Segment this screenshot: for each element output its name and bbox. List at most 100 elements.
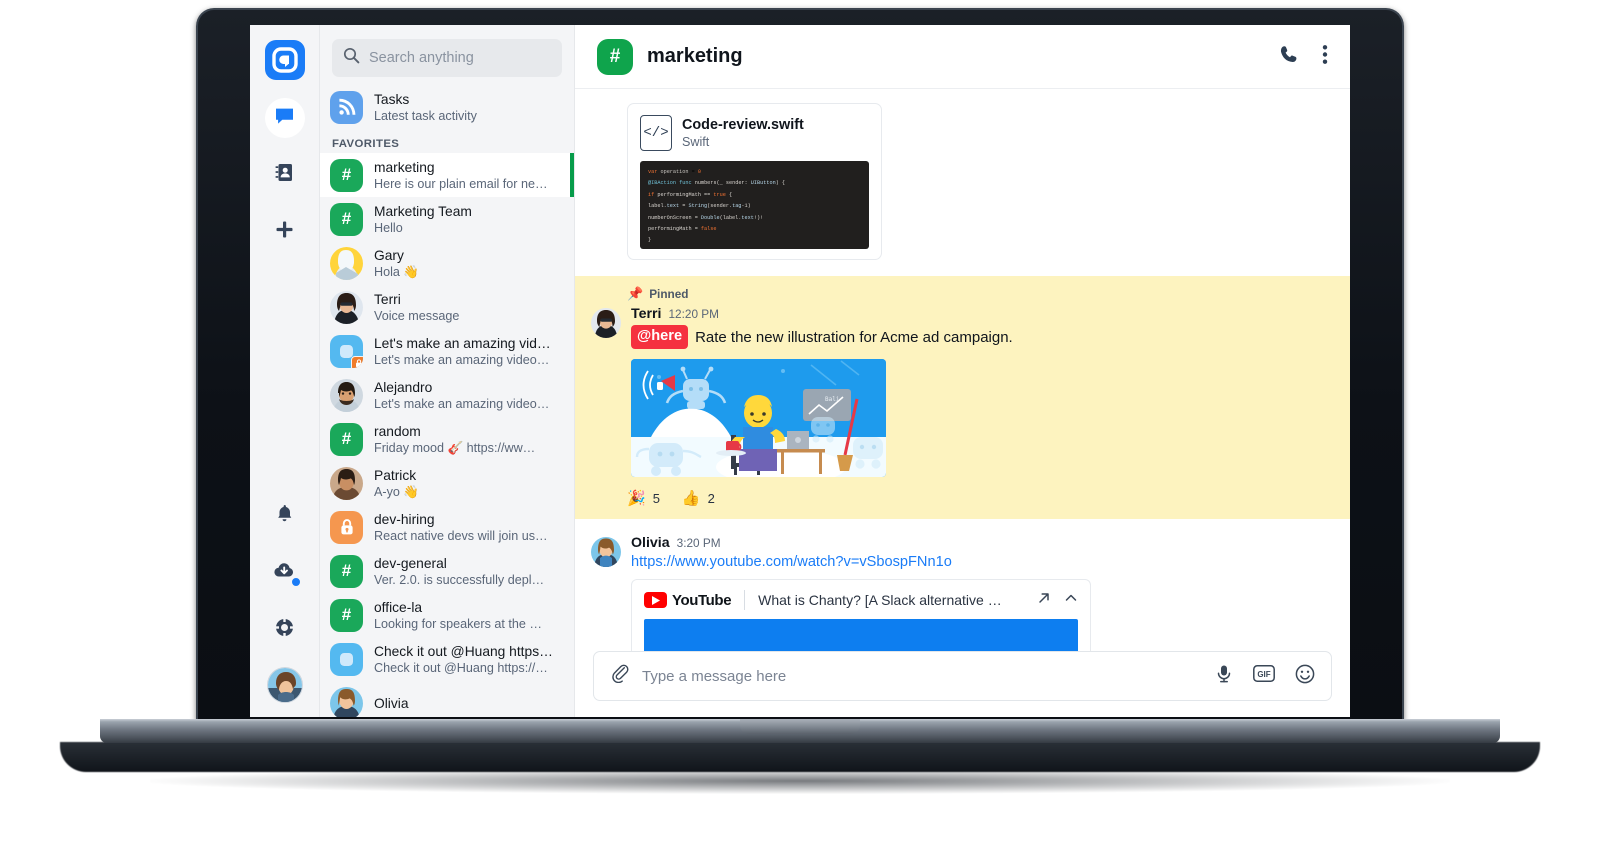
youtube-wordmark: YouTube [672, 591, 732, 609]
message-meta: Terri 12:20 PM [631, 306, 1013, 322]
avatar [330, 466, 363, 500]
sidebar-item-downloads[interactable] [265, 553, 305, 593]
collapse-button[interactable] [1064, 591, 1078, 610]
open-external-button[interactable] [1037, 591, 1051, 610]
sidebar-item-subtitle: React native devs will join us… [374, 528, 548, 543]
sidebar-item-title: Patrick [374, 467, 417, 483]
sidebar-item-let-s-make-an-amazing-vid[interactable]: Let's make an amazing vid… Let's make an … [320, 329, 574, 373]
message-input[interactable] [642, 667, 1195, 685]
sidebar-item-title: Check it out @Huang https… [374, 643, 553, 659]
avatar[interactable] [591, 537, 621, 567]
message-row: Olivia 3:20 PM https://www.youtube.com/w… [591, 535, 1350, 651]
message-text-body: Rate the new illustration for Acme ad ca… [695, 328, 1013, 346]
message-link[interactable]: https://www.youtube.com/watch?v=vSbospFN… [631, 554, 1091, 570]
file-attachment-card[interactable]: </> Code-review.swift Swift var operatio… [627, 103, 882, 260]
sidebar-item-notifications[interactable] [265, 496, 305, 536]
sidebar-item-texts: Gary Hola 👋 [374, 247, 564, 280]
sidebar-item-marketing[interactable]: # marketing Here is our plain email for ne… [320, 153, 574, 197]
chanty-app: Tasks Latest task activity FAVORITES # ma… [250, 25, 1350, 717]
avatar[interactable] [591, 308, 621, 338]
sidebar-item-texts: Check it out @Huang https… Check it out @… [374, 643, 564, 676]
sidebar-item-marketing-team[interactable]: # Marketing Team Hello [320, 197, 574, 241]
phone-icon [1279, 44, 1300, 70]
reaction-pill[interactable]: 🎉 5 [627, 489, 660, 507]
composer-wrap: GIF [575, 651, 1350, 717]
search-icon [343, 47, 360, 69]
code-line: label.text = String(sender.tag-1) [648, 203, 751, 210]
sidebar-item-dev-general[interactable]: # dev-general Ver. 2.0. is successfully de… [320, 549, 574, 593]
play-icon [644, 592, 667, 608]
paperclip-icon[interactable] [610, 664, 629, 688]
chanty-logo-icon[interactable] [264, 40, 305, 80]
laptop-screen: Tasks Latest task activity FAVORITES # ma… [250, 25, 1350, 717]
code-line: var operation = 0 [648, 169, 701, 175]
sidebar-item-olivia[interactable]: Olivia [320, 681, 574, 717]
sidebar-item-texts: Let's make an amazing vid… Let's make an … [374, 335, 564, 368]
reaction-pill[interactable]: 👍 2 [682, 489, 715, 507]
message: Terri 12:20 PM @here Rate the new illust… [591, 306, 1350, 477]
channel-list[interactable]: Tasks Latest task activity FAVORITES # ma… [320, 85, 574, 717]
search-box[interactable] [332, 39, 562, 77]
favorites-list: # marketing Here is our plain email for ne… [320, 153, 574, 717]
sidebar-item-gary[interactable]: Gary Hola 👋 [320, 241, 574, 285]
sidebar-item-texts: office-la Looking for speakers at the … [374, 599, 564, 632]
channel-sidebar: Tasks Latest task activity FAVORITES # ma… [320, 25, 575, 717]
message-list[interactable]: </> Code-review.swift Swift var operatio… [575, 89, 1350, 651]
svg-text:Bali: Bali [825, 396, 840, 403]
sidebar-item-help[interactable] [265, 610, 305, 650]
voice-message-button[interactable] [1215, 664, 1233, 688]
search-wrap [320, 25, 574, 85]
emoji-button[interactable] [1295, 664, 1315, 689]
pushpin-icon: 📌 [627, 286, 644, 301]
divider [744, 590, 746, 610]
sidebar-item-terri[interactable]: Terri Voice message [320, 285, 574, 329]
chat-main: # marketing </> Code-review.swift Swift … [575, 25, 1350, 717]
sidebar-item-alejandro[interactable]: Alejandro Let's make an amazing video… [320, 373, 574, 417]
message-composer[interactable]: GIF [593, 651, 1332, 701]
sidebar-item-subtitle: Let's make an amazing video… [374, 396, 550, 411]
sidebar-item-random[interactable]: # random Friday mood 🎸 https://ww… [320, 417, 574, 461]
sidebar-item-texts: random Friday mood 🎸 https://ww… [374, 423, 564, 456]
chevron-up-icon [1064, 592, 1078, 609]
sidebar-item-subtitle: Check it out @Huang https://… [374, 660, 548, 675]
section-label-favorites: FAVORITES [332, 138, 400, 150]
sidebar-item-contacts[interactable] [265, 155, 305, 195]
pinned-label: 📌 Pinned [627, 286, 1350, 302]
sidebar-item-office-la[interactable]: # office-la Looking for speakers at the … [320, 593, 574, 637]
bell-icon [274, 503, 295, 529]
message-meta: Olivia 3:20 PM [631, 535, 1091, 551]
message-author: Olivia [631, 535, 670, 551]
sidebar-item-title: Olivia [374, 695, 409, 711]
chat-header: # marketing [575, 25, 1350, 89]
search-input[interactable] [369, 50, 551, 66]
hash-icon: # [330, 422, 363, 456]
sidebar-item-title: dev-hiring [374, 511, 435, 527]
sidebar-item-patrick[interactable]: Patrick A-yo 👋 [320, 461, 574, 505]
icon-rail [250, 25, 320, 717]
youtube-preview-card[interactable]: YouTube What is Chanty? [A Slack alterna… [631, 579, 1091, 651]
sidebar-item-title: Alejandro [374, 379, 433, 395]
sidebar-item-dev-hiring[interactable]: dev-hiring React native devs will join us… [320, 505, 574, 549]
gif-button[interactable]: GIF [1253, 665, 1275, 687]
acme-ad-illustration[interactable]: Bali [631, 359, 886, 477]
code-line: } [648, 237, 652, 244]
more-menu-button[interactable] [1322, 44, 1328, 70]
sidebar-item-chat[interactable] [264, 98, 305, 138]
message: Olivia 3:20 PM https://www.youtube.com/w… [575, 519, 1350, 651]
sidebar-item-check-it-out-huang-https[interactable]: Check it out @Huang https… Check it out @… [320, 637, 574, 681]
youtube-thumbnail[interactable] [644, 619, 1078, 651]
sidebar-item-subtitle: Ver. 2.0. is successfully depl… [374, 572, 545, 587]
sidebar-item-title: Gary [374, 247, 404, 263]
sidebar-item-texts: dev-hiring React native devs will join us… [374, 511, 564, 544]
sidebar-item-texts: Patrick A-yo 👋 [374, 467, 564, 500]
sidebar-item-tasks[interactable]: Tasks Latest task activity [320, 85, 574, 129]
sidebar-item-texts: Tasks Latest task activity [374, 91, 564, 124]
hash-icon: # [330, 598, 363, 632]
code-line: performingMath = false [648, 226, 717, 233]
sidebar-item-add[interactable] [265, 212, 305, 252]
avatar[interactable] [266, 667, 303, 703]
call-button[interactable] [1279, 44, 1300, 70]
mention-here[interactable]: @here [631, 325, 689, 349]
sidebar-item-subtitle: Hello [374, 220, 403, 235]
smiley-icon [1295, 664, 1315, 689]
